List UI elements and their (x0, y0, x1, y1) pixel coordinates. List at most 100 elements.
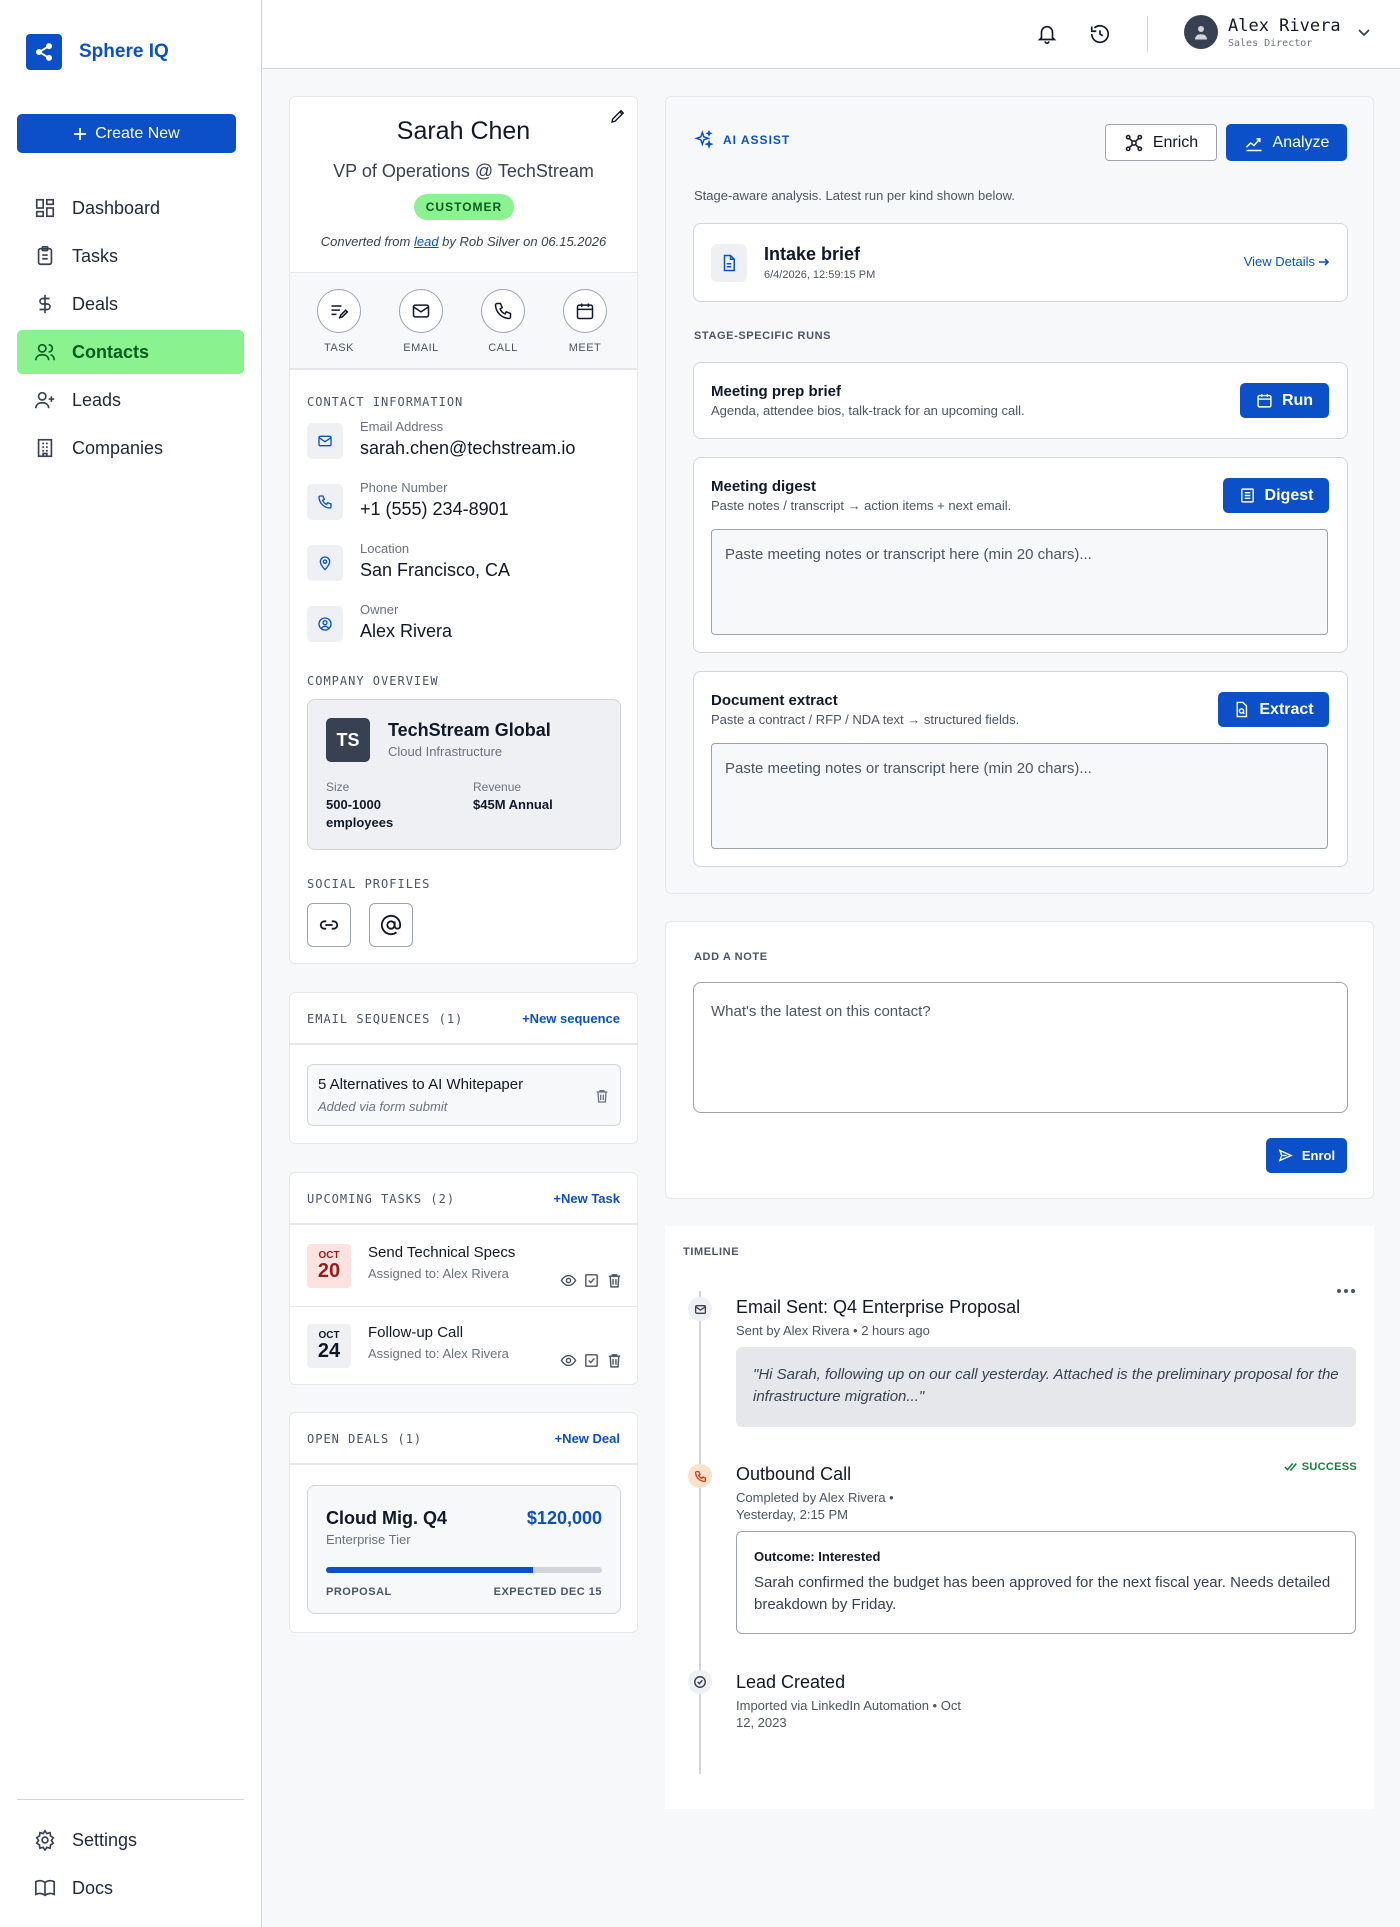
new-sequence-link[interactable]: +New sequence (522, 1011, 620, 1026)
card-header: UPCOMING TASKS (2) +New Task (290, 1173, 637, 1225)
lead-link[interactable]: lead (414, 234, 439, 249)
company-overview-card[interactable]: TS TechStream Global Cloud Infrastructur… (307, 699, 621, 850)
analyze-button[interactable]: Analyze (1226, 124, 1347, 161)
nav-item-dashboard[interactable]: Dashboard (17, 186, 244, 230)
meet-action-button[interactable]: MEET (555, 289, 615, 354)
nav-label: Tasks (72, 245, 119, 266)
nav-item-docs[interactable]: Docs (17, 1866, 244, 1910)
outcome-body: Sarah confirmed the budget has been appr… (754, 1574, 1331, 1613)
email-action-button[interactable]: EMAIL (391, 289, 451, 354)
email-row: Email Address sarah.chen@techstream.io (307, 419, 575, 459)
trash-icon[interactable] (594, 1088, 610, 1104)
sidebar-divider (17, 1799, 244, 1800)
owner-value[interactable]: Alex Rivera (360, 621, 452, 642)
eye-icon[interactable] (560, 1352, 577, 1369)
phone-label: Phone Number (360, 480, 448, 495)
upcoming-tasks-card: UPCOMING TASKS (2) +New Task OCT 20 Send… (289, 1172, 638, 1385)
ai-assist-panel: AI ASSIST Enrich Analyze Stage-aware ana… (665, 96, 1374, 894)
sequences-heading: EMAIL SEQUENCES (1) (307, 1012, 464, 1026)
more-options-icon[interactable] (1336, 1288, 1356, 1294)
divider (290, 368, 637, 370)
user-menu[interactable]: Alex Rivera Sales Director (1184, 15, 1371, 49)
extract-text-input[interactable]: Paste meeting notes or transcript here (… (711, 743, 1328, 849)
timeline-event-title[interactable]: Outbound Call (736, 1464, 851, 1485)
nav-item-companies[interactable]: Companies (17, 426, 244, 470)
timeline-event-title[interactable]: Email Sent: Q4 Enterprise Proposal (736, 1297, 1020, 1318)
deal-value: $120,000 (526, 1508, 602, 1528)
task-assignee: Assigned to: Alex Rivera (368, 1266, 509, 1281)
digest-notes-input[interactable]: Paste meeting notes or transcript here (… (711, 529, 1328, 635)
deal-progress-fill (326, 1567, 533, 1573)
owner-label: Owner (360, 602, 399, 617)
app-logo[interactable]: Sphere IQ (26, 34, 169, 70)
timeline-event-date: 12, 2023 (736, 1715, 787, 1730)
plus-icon (73, 127, 87, 141)
size-value: 500-1000 employees (326, 797, 394, 830)
timeline-event-title[interactable]: Lead Created (736, 1672, 845, 1693)
converted-suffix: by Rob Silver on 06.15.2026 (442, 234, 607, 249)
deal-expected-close: EXPECTED DEC 15 (493, 1586, 602, 1598)
digest-title: Meeting digest (711, 478, 817, 495)
arrow-right-icon (1318, 256, 1330, 268)
extract-button[interactable]: Extract (1218, 692, 1329, 727)
checkbox-icon[interactable] (583, 1272, 600, 1289)
mail-icon (688, 1297, 712, 1321)
task-title: Follow-up Call (368, 1324, 464, 1341)
phone-icon (688, 1464, 712, 1488)
email-label: Email Address (360, 419, 444, 434)
list-item[interactable]: 5 Alternatives to AI Whitepaper Added vi… (307, 1064, 621, 1126)
nav-item-tasks[interactable]: Tasks (17, 234, 244, 278)
eye-icon[interactable] (560, 1272, 577, 1289)
deal-item[interactable]: Cloud Mig. Q4 $120,000 Enterprise Tier P… (307, 1485, 621, 1614)
run-button[interactable]: Run (1240, 383, 1329, 418)
success-status: SUCCESS (1284, 1461, 1357, 1473)
task-title: Send Technical Specs (368, 1244, 516, 1261)
nav-item-leads[interactable]: Leads (17, 378, 244, 422)
nav-item-settings[interactable]: Settings (17, 1818, 244, 1862)
task-row[interactable]: OCT 20 Send Technical Specs Assigned to:… (290, 1226, 637, 1306)
location-row: Location San Francisco, CA (307, 541, 510, 581)
phone-value[interactable]: +1 (555) 234-8901 (360, 499, 509, 520)
enrich-button[interactable]: Enrich (1105, 124, 1217, 161)
main-nav: Dashboard Tasks Deals Contacts Leads Com… (17, 186, 244, 474)
view-details-link[interactable]: View Details (1244, 254, 1330, 269)
company-revenue: Revenue $45M Annual (473, 780, 573, 814)
user-plus-icon (34, 389, 56, 411)
digest-button[interactable]: Digest (1223, 478, 1329, 513)
nav-item-contacts[interactable]: Contacts (17, 330, 244, 374)
email-value[interactable]: sarah.chen@techstream.io (360, 438, 575, 459)
book-icon (34, 1877, 56, 1899)
outcome-heading: Outcome: Interested (754, 1549, 881, 1564)
action-label: MEET (568, 342, 602, 354)
task-row[interactable]: OCT 24 Follow-up Call Assigned to: Alex … (290, 1306, 637, 1386)
task-action-button[interactable]: TASK (309, 289, 369, 354)
trash-icon[interactable] (606, 1272, 623, 1289)
calendar-icon (575, 301, 595, 321)
deal-progress-bar (326, 1567, 602, 1573)
extract-title: Document extract (711, 692, 838, 709)
nav-item-deals[interactable]: Deals (17, 282, 244, 326)
enrol-button[interactable]: Enrol (1266, 1138, 1347, 1173)
sequence-source: Added via form submit (318, 1099, 448, 1114)
create-new-button[interactable]: Create New (17, 114, 236, 153)
intake-brief-card[interactable]: Intake brief 6/4/2026, 12:59:15 PM View … (693, 223, 1348, 302)
ai-assist-heading: AI ASSIST (694, 130, 790, 150)
history-icon[interactable] (1086, 20, 1114, 48)
building-icon (34, 437, 56, 459)
at-profile-button[interactable] (369, 903, 413, 947)
link-profile-button[interactable] (307, 903, 351, 947)
new-task-link[interactable]: +New Task (553, 1191, 620, 1206)
checkbox-icon[interactable] (583, 1352, 600, 1369)
bell-icon[interactable] (1033, 20, 1061, 48)
new-deal-link[interactable]: +New Deal (555, 1431, 620, 1446)
sparkles-icon (694, 130, 714, 150)
company-name: TechStream Global (388, 720, 551, 740)
nav-label: Deals (72, 293, 119, 314)
meeting-digest-card: Meeting digest Paste notes / transcript … (693, 457, 1348, 653)
link-icon (318, 914, 340, 936)
trash-icon[interactable] (606, 1352, 623, 1369)
company-overview-heading: COMPANY OVERVIEW (307, 674, 439, 688)
call-action-button[interactable]: CALL (473, 289, 533, 354)
note-input[interactable]: What's the latest on this contact? (693, 982, 1348, 1113)
task-day: 20 (317, 1260, 341, 1282)
